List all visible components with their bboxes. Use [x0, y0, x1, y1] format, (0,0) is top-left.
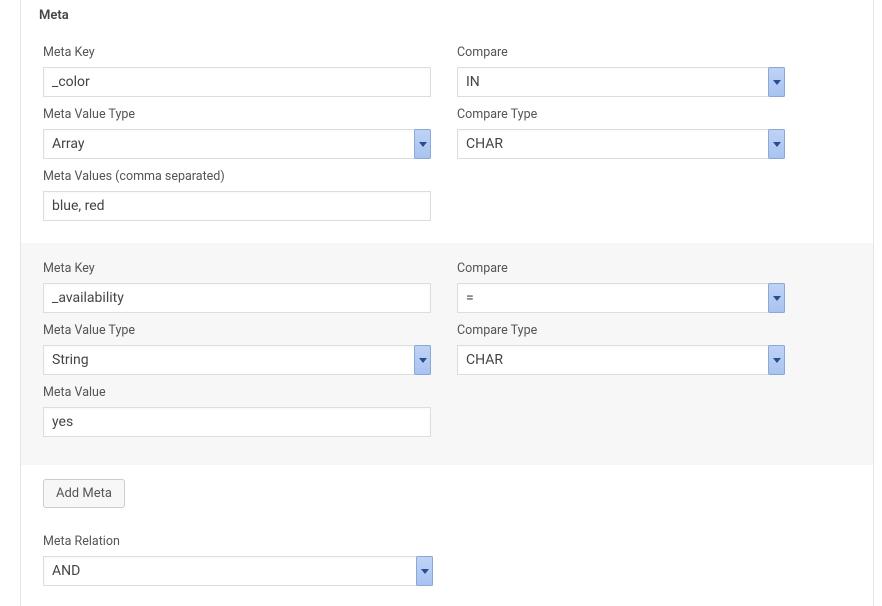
meta-key-label: Meta Key	[43, 45, 431, 60]
compare-select[interactable]: IN	[457, 67, 785, 97]
meta-value-type-select[interactable]: String	[43, 345, 431, 375]
compare-type-label: Compare Type	[457, 107, 785, 122]
meta-value-type-label: Meta Value Type	[43, 107, 431, 122]
meta-relation-label: Meta Relation	[43, 534, 433, 549]
compare-type-select[interactable]: CHAR	[457, 129, 785, 159]
meta-value-label: Meta Value	[43, 385, 431, 400]
add-meta-button[interactable]: Add Meta	[43, 479, 125, 508]
compare-type-label: Compare Type	[457, 323, 785, 338]
section-title: Meta	[39, 8, 851, 23]
meta-value-input[interactable]	[43, 407, 431, 437]
meta-block-1: Meta Key Compare =	[21, 243, 873, 465]
meta-value-type-select[interactable]: Array	[43, 129, 431, 159]
meta-values-input[interactable]	[43, 191, 431, 221]
meta-key-input[interactable]	[43, 67, 431, 97]
meta-key-input[interactable]	[43, 283, 431, 313]
meta-block-0: Meta Key Compare IN	[43, 41, 851, 243]
compare-label: Compare	[457, 45, 785, 60]
compare-type-select[interactable]: CHAR	[457, 345, 785, 375]
meta-values-label: Meta Values (comma separated)	[43, 169, 431, 184]
meta-relation-select[interactable]: AND	[43, 556, 433, 586]
meta-value-type-label: Meta Value Type	[43, 323, 431, 338]
compare-label: Compare	[457, 261, 785, 276]
meta-key-label: Meta Key	[43, 261, 431, 276]
compare-select[interactable]: =	[457, 283, 785, 313]
